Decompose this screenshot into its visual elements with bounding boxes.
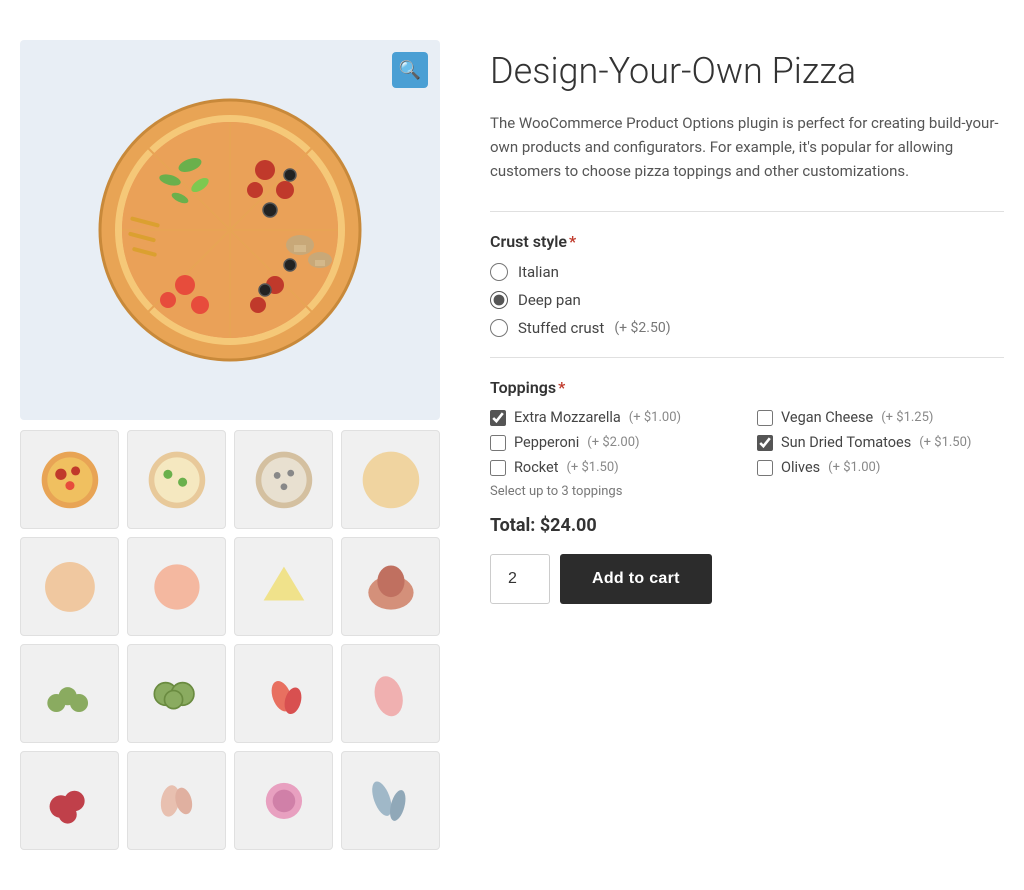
crust-label-italian: Italian: [518, 263, 559, 281]
left-column: 🔍: [20, 40, 440, 850]
topping-price-extra-mozz: (+ $1.00): [629, 410, 681, 425]
zoom-icon: 🔍: [399, 60, 421, 81]
toppings-section: Toppings* Extra Mozzarella (+ $1.00) Veg…: [490, 378, 1004, 499]
thumb-ingredient1[interactable]: [20, 537, 119, 636]
toppings-required-star: *: [558, 378, 565, 397]
thumb-ingredient4[interactable]: [341, 537, 440, 636]
add-to-cart-button[interactable]: Add to cart: [560, 554, 712, 604]
total-amount: $24.00: [540, 515, 597, 536]
topping-label-pepperoni: Pepperoni: [514, 434, 579, 451]
thumb-ingredient2[interactable]: [127, 537, 226, 636]
thumb-pizza2[interactable]: [127, 430, 226, 529]
topping-price-pepperoni: (+ $2.00): [587, 435, 639, 450]
topping-checkbox-sun-dried[interactable]: [757, 435, 773, 451]
topping-sun-dried[interactable]: Sun Dried Tomatoes (+ $1.50): [757, 434, 1004, 451]
thumb-pizza3[interactable]: [234, 430, 333, 529]
thumb-ingredient9[interactable]: [20, 751, 119, 850]
thumb-ingredient8[interactable]: [341, 644, 440, 743]
topping-label-sun-dried: Sun Dried Tomatoes: [781, 434, 911, 451]
cart-row: Add to cart: [490, 554, 1004, 604]
topping-rocket[interactable]: Rocket (+ $1.50): [490, 459, 737, 476]
quantity-input[interactable]: [490, 554, 550, 604]
crust-label-stuffed: Stuffed crust: [518, 319, 604, 337]
topping-olives[interactable]: Olives (+ $1.00): [757, 459, 1004, 476]
thumb-ingredient5[interactable]: [20, 644, 119, 743]
main-product-image: 🔍: [20, 40, 440, 420]
product-description: The WooCommerce Product Options plugin i…: [490, 111, 1004, 183]
crust-required-star: *: [569, 232, 576, 251]
crust-option-stuffed[interactable]: Stuffed crust (+ $2.50): [490, 319, 1004, 337]
zoom-button[interactable]: 🔍: [392, 52, 428, 88]
thumb-pizza4[interactable]: [341, 430, 440, 529]
thumbnails-grid: [20, 430, 440, 850]
topping-checkbox-rocket[interactable]: [490, 460, 506, 476]
page-container: 🔍: [20, 40, 1004, 850]
crust-radio-italian[interactable]: [490, 263, 508, 281]
thumb-pizza1[interactable]: [20, 430, 119, 529]
divider-1: [490, 211, 1004, 212]
topping-checkbox-extra-mozz[interactable]: [490, 410, 506, 426]
topping-price-sun-dried: (+ $1.50): [919, 435, 971, 450]
topping-checkbox-pepperoni[interactable]: [490, 435, 506, 451]
topping-label-vegan-cheese: Vegan Cheese: [781, 409, 873, 426]
thumb-ingredient10[interactable]: [127, 751, 226, 850]
topping-price-vegan-cheese: (+ $1.25): [881, 410, 933, 425]
topping-checkbox-vegan-cheese[interactable]: [757, 410, 773, 426]
topping-label-extra-mozz: Extra Mozzarella: [514, 409, 621, 426]
total-label: Total:: [490, 515, 535, 536]
crust-price-stuffed: (+ $2.50): [614, 320, 670, 336]
pizza-svg: [90, 90, 370, 370]
divider-2: [490, 357, 1004, 358]
topping-price-olives: (+ $1.00): [828, 460, 880, 475]
toppings-grid: Extra Mozzarella (+ $1.00) Vegan Cheese …: [490, 409, 1004, 476]
crust-label: Crust style*: [490, 232, 1004, 251]
thumb-ingredient3[interactable]: [234, 537, 333, 636]
crust-radio-stuffed[interactable]: [490, 319, 508, 337]
toppings-label: Toppings*: [490, 378, 1004, 397]
toppings-hint: Select up to 3 toppings: [490, 484, 1004, 499]
thumb-ingredient6[interactable]: [127, 644, 226, 743]
topping-vegan-cheese[interactable]: Vegan Cheese (+ $1.25): [757, 409, 1004, 426]
thumb-ingredient12[interactable]: [341, 751, 440, 850]
topping-pepperoni[interactable]: Pepperoni (+ $2.00): [490, 434, 737, 451]
crust-label-deeppan: Deep pan: [518, 291, 581, 309]
topping-extra-mozz[interactable]: Extra Mozzarella (+ $1.00): [490, 409, 737, 426]
product-title: Design-Your-Own Pizza: [490, 50, 1004, 93]
crust-option-deeppan[interactable]: Deep pan: [490, 291, 1004, 309]
right-column: Design-Your-Own Pizza The WooCommerce Pr…: [490, 40, 1004, 604]
topping-label-olives: Olives: [781, 459, 820, 476]
crust-section: Crust style* Italian Deep pan Stuffed cr…: [490, 232, 1004, 337]
thumb-ingredient11[interactable]: [234, 751, 333, 850]
topping-label-rocket: Rocket: [514, 459, 558, 476]
thumb-ingredient7[interactable]: [234, 644, 333, 743]
topping-price-rocket: (+ $1.50): [566, 460, 618, 475]
crust-radio-deeppan[interactable]: [490, 291, 508, 309]
topping-checkbox-olives[interactable]: [757, 460, 773, 476]
total-line: Total: $24.00: [490, 515, 1004, 536]
crust-radio-group: Italian Deep pan Stuffed crust (+ $2.50): [490, 263, 1004, 337]
crust-option-italian[interactable]: Italian: [490, 263, 1004, 281]
